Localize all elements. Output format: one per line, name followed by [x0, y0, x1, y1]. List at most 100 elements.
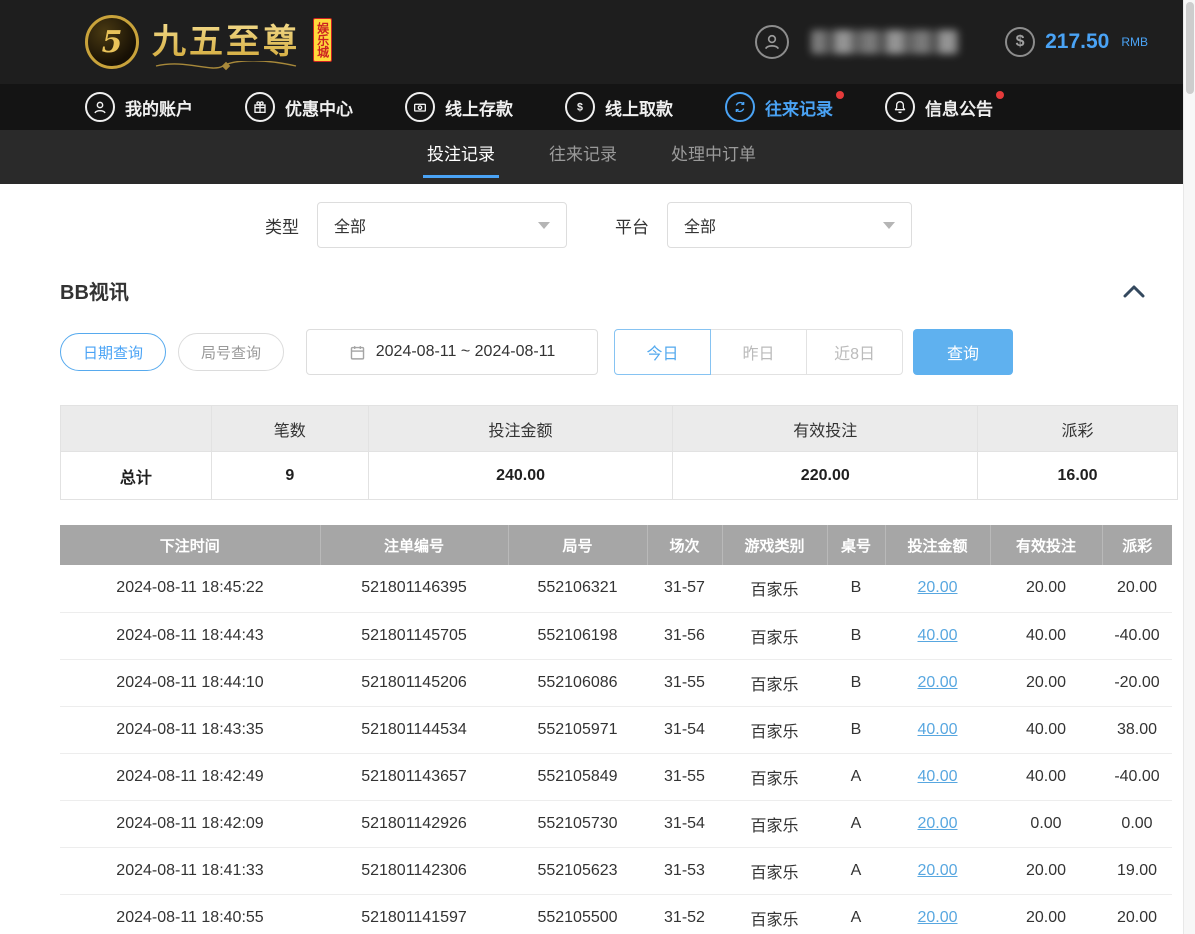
bet-amount-link[interactable]: 40.00: [917, 627, 957, 644]
column-header: 投注金额: [885, 525, 990, 565]
cell-game-type: 百家乐: [722, 753, 827, 800]
summary-total-row: 总计 9 240.00 220.00 16.00: [61, 452, 1178, 500]
today-button[interactable]: 今日: [614, 329, 711, 375]
cell-valid-bet: 40.00: [990, 753, 1102, 800]
logo-coin-glyph: 5: [102, 25, 123, 60]
gift-icon: [245, 92, 275, 122]
cell-bet-time: 2024-08-11 18:42:49: [60, 753, 320, 800]
cell-round-no: 552105623: [508, 847, 647, 894]
site-logo[interactable]: 5 九五至尊 娱乐城: [85, 14, 357, 71]
cell-game-type: 百家乐: [722, 706, 827, 753]
cell-bet-time: 2024-08-11 18:40:55: [60, 894, 320, 934]
cell-game-type: 百家乐: [722, 612, 827, 659]
balance-currency: RMB: [1121, 35, 1148, 49]
user-icon: [762, 32, 782, 52]
bet-amount-link[interactable]: 20.00: [917, 909, 957, 926]
top-header: 5 九五至尊 娱乐城 $: [0, 0, 1183, 84]
cell-bet-time: 2024-08-11 18:43:35: [60, 706, 320, 753]
summary-payout: 16.00: [978, 452, 1178, 500]
notification-dot: [996, 91, 1004, 99]
cell-round-no: 552105500: [508, 894, 647, 934]
logo-badge: 娱乐城: [313, 18, 332, 62]
bet-amount-link[interactable]: 40.00: [917, 768, 957, 785]
type-label: 类型: [265, 213, 299, 238]
cell-valid-bet: 40.00: [990, 706, 1102, 753]
summary-header-empty: [61, 406, 212, 452]
cell-table-no: A: [827, 753, 885, 800]
tab-transaction-records[interactable]: 往来记录: [545, 130, 621, 178]
collapse-chevron-up-icon[interactable]: [1123, 284, 1145, 298]
date-range-input[interactable]: 2024-08-11 ~ 2024-08-11: [306, 329, 598, 375]
nav-item-announcements[interactable]: 信息公告: [885, 92, 993, 122]
cell-order-no: 521801146395: [320, 565, 508, 612]
column-header: 下注时间: [60, 525, 320, 565]
logo-title: 九五至尊: [152, 14, 300, 63]
column-header: 有效投注: [990, 525, 1102, 565]
cell-game-type: 百家乐: [722, 800, 827, 847]
tab-bet-records[interactable]: 投注记录: [423, 130, 499, 178]
bet-amount-link[interactable]: 20.00: [917, 815, 957, 832]
cell-valid-bet: 20.00: [990, 894, 1102, 934]
platform-label: 平台: [615, 213, 649, 238]
bet-table: 下注时间注单编号局号场次游戏类别桌号投注金额有效投注派彩 2024-08-11 …: [60, 525, 1172, 934]
cell-valid-bet: 0.00: [990, 800, 1102, 847]
column-header: 游戏类别: [722, 525, 827, 565]
scrollbar-thumb[interactable]: [1186, 2, 1194, 94]
date-range-value: 2024-08-11 ~ 2024-08-11: [376, 343, 556, 361]
cell-game-type: 百家乐: [722, 659, 827, 706]
cell-table-no: B: [827, 706, 885, 753]
username-blurred[interactable]: [811, 30, 959, 54]
table-row: 2024-08-11 18:42:09521801142926552105730…: [60, 800, 1172, 847]
cell-payout: 38.00: [1102, 706, 1172, 753]
type-select[interactable]: 全部: [317, 202, 567, 248]
last-8-days-button[interactable]: 近8日: [806, 329, 903, 375]
summary-valid-bet: 220.00: [673, 452, 978, 500]
table-row: 2024-08-11 18:45:22521801146395552106321…: [60, 565, 1172, 612]
tab-processing-orders[interactable]: 处理中订单: [667, 130, 760, 178]
summary-count: 9: [211, 452, 368, 500]
round-query-button[interactable]: 局号查询: [178, 333, 284, 371]
bet-amount-link[interactable]: 20.00: [917, 579, 957, 596]
nav-item-deposit[interactable]: 线上存款: [405, 92, 513, 122]
bet-amount-link[interactable]: 20.00: [917, 674, 957, 691]
scrollbar[interactable]: [1183, 0, 1195, 934]
search-button[interactable]: 查询: [913, 329, 1013, 375]
bet-amount-link[interactable]: 20.00: [917, 862, 957, 879]
bet-table-body: 2024-08-11 18:45:22521801146395552106321…: [60, 565, 1172, 934]
nav-item-withdraw[interactable]: $ 线上取款: [565, 92, 673, 122]
cell-game-type: 百家乐: [722, 565, 827, 612]
nav-item-records[interactable]: 往来记录: [725, 92, 833, 122]
cell-valid-bet: 20.00: [990, 565, 1102, 612]
avatar[interactable]: [755, 25, 789, 59]
table-row: 2024-08-11 18:40:55521801141597552105500…: [60, 894, 1172, 934]
cell-bet-amount: 20.00: [885, 847, 990, 894]
bet-amount-link[interactable]: 40.00: [917, 721, 957, 738]
bell-icon: [885, 92, 915, 122]
nav-item-my-account[interactable]: 我的账户: [85, 92, 193, 122]
cell-session: 31-52: [647, 894, 722, 934]
summary-header-count: 笔数: [211, 406, 368, 452]
cell-session: 31-55: [647, 753, 722, 800]
nav-item-promotions[interactable]: 优惠中心: [245, 92, 353, 122]
date-query-button[interactable]: 日期查询: [60, 333, 166, 371]
table-row: 2024-08-11 18:42:49521801143657552105849…: [60, 753, 1172, 800]
table-row: 2024-08-11 18:44:10521801145206552106086…: [60, 659, 1172, 706]
cell-bet-time: 2024-08-11 18:42:09: [60, 800, 320, 847]
column-header: 场次: [647, 525, 722, 565]
summary-table: 笔数 投注金额 有效投注 派彩 总计 9 240.00 220.00 16.00: [60, 405, 1178, 500]
notification-dot: [836, 91, 844, 99]
nav-label: 优惠中心: [285, 95, 353, 120]
platform-select[interactable]: 全部: [667, 202, 912, 248]
nav-label: 信息公告: [925, 95, 993, 120]
table-row: 2024-08-11 18:44:43521801145705552106198…: [60, 612, 1172, 659]
summary-header-bet-amount: 投注金额: [368, 406, 673, 452]
calendar-icon: [349, 344, 366, 361]
cell-session: 31-57: [647, 565, 722, 612]
cell-round-no: 552106321: [508, 565, 647, 612]
yesterday-button[interactable]: 昨日: [710, 329, 807, 375]
cell-session: 31-54: [647, 800, 722, 847]
cell-order-no: 521801145705: [320, 612, 508, 659]
cell-table-no: B: [827, 659, 885, 706]
balance: $ 217.50 RMB: [1005, 27, 1148, 57]
logo-flourish-icon: [151, 61, 301, 71]
